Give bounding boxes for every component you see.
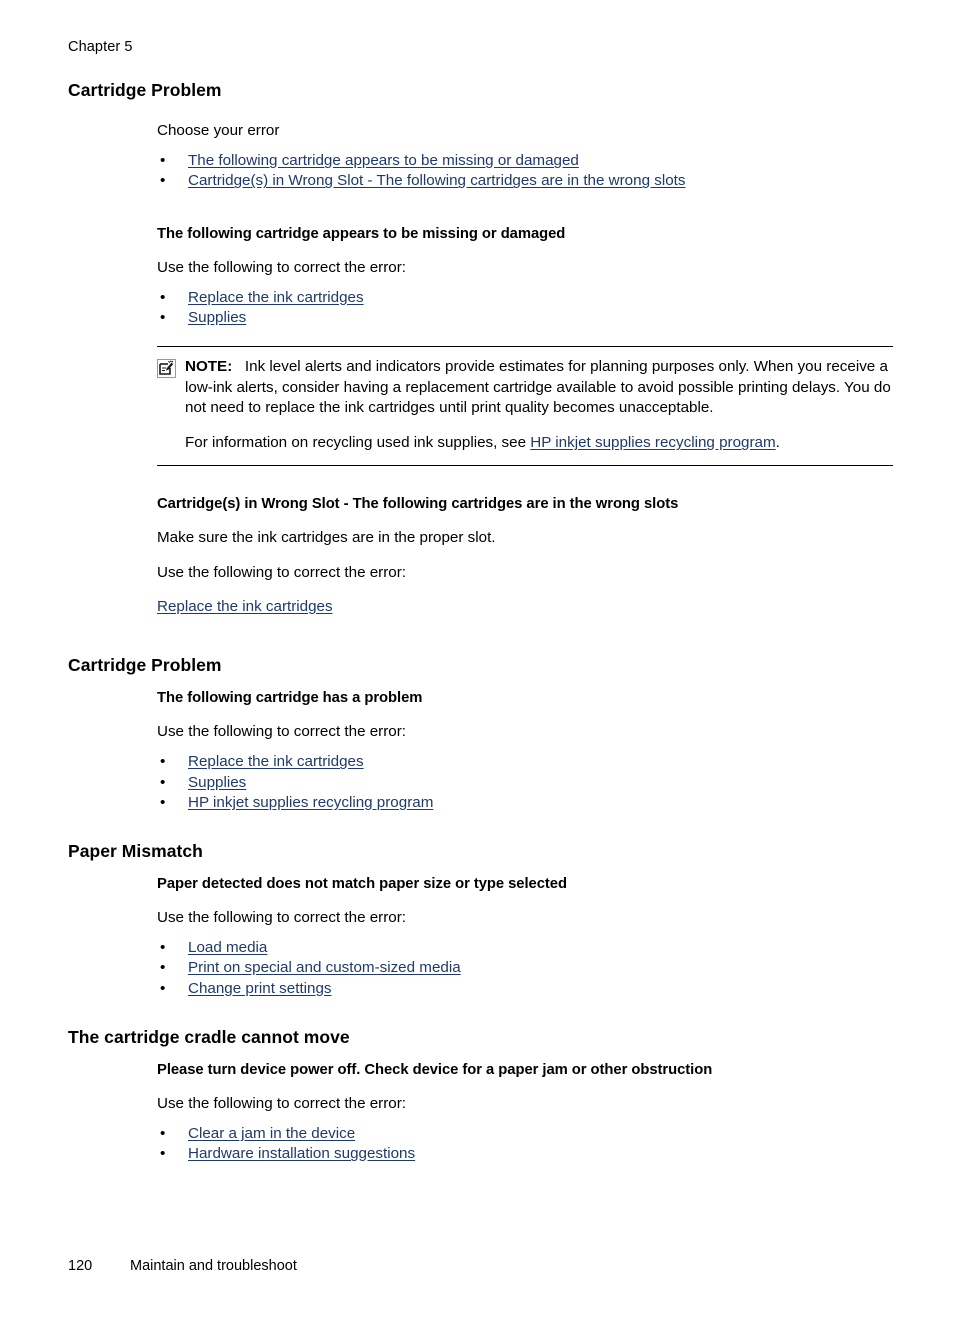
subheading-paper-detected: Paper detected does not match paper size… bbox=[157, 875, 567, 892]
list-item: • HP inkjet supplies recycling program bbox=[157, 793, 954, 813]
note-label: NOTE: bbox=[185, 358, 233, 376]
bullet-icon: • bbox=[160, 1145, 166, 1163]
link-supplies[interactable]: Supplies bbox=[188, 309, 246, 326]
instruction-text-paper-mismatch: Use the following to correct the error: bbox=[157, 908, 407, 926]
section-title-cartridge-problem-1: Cartridge Problem bbox=[68, 80, 222, 100]
standalone-link-paragraph: Replace the ink cartridges bbox=[157, 597, 954, 617]
list-item: • Load media bbox=[157, 938, 954, 958]
section-title-cartridge-problem-2: Cartridge Problem bbox=[68, 655, 222, 676]
page-content: Cartridge Problem Choose your error • Th… bbox=[0, 80, 954, 1165]
footer-section-name: Maintain and troubleshoot bbox=[130, 1258, 297, 1274]
link-clear-a-jam[interactable]: Clear a jam in the device bbox=[188, 1125, 355, 1142]
subheading-turn-device-power-off: Please turn device power off. Check devi… bbox=[157, 1061, 713, 1078]
note-pencil-icon bbox=[157, 359, 176, 379]
choose-your-error-text: Choose your error bbox=[157, 122, 280, 139]
note-recycling-prefix: For information on recycling used ink su… bbox=[185, 434, 531, 452]
note-text: NOTE: Ink level alerts and indicators pr… bbox=[185, 357, 893, 418]
bullet-icon: • bbox=[160, 152, 166, 170]
list-item: • Replace the ink cartridges bbox=[157, 288, 954, 308]
list-item: • The following cartridge appears to be … bbox=[157, 151, 954, 171]
bullet-icon: • bbox=[160, 793, 166, 811]
link-wrong-slot[interactable]: Cartridge(s) in Wrong Slot - The followi… bbox=[188, 172, 685, 189]
page-footer: 120 Maintain and troubleshoot bbox=[68, 1258, 297, 1274]
subheading-missing-or-damaged: The following cartridge appears to be mi… bbox=[157, 225, 566, 242]
subheading-cartridge-has-problem: The following cartridge has a problem bbox=[157, 690, 423, 707]
instruction-text-b: Use the following to correct the error: bbox=[157, 563, 407, 581]
list-item: • Hardware installation suggestions bbox=[157, 1144, 954, 1164]
list-item: • Clear a jam in the device bbox=[157, 1124, 954, 1144]
link-replace-ink-cartridges[interactable]: Replace the ink cartridges bbox=[188, 289, 364, 306]
running-head-chapter: Chapter 5 bbox=[68, 39, 133, 55]
list-item: • Supplies bbox=[157, 773, 954, 793]
note-row: NOTE: Ink level alerts and indicators pr… bbox=[157, 357, 893, 418]
bullet-icon: • bbox=[160, 753, 166, 771]
bullet-icon: • bbox=[160, 979, 166, 997]
subheading-wrong-slot: Cartridge(s) in Wrong Slot - The followi… bbox=[157, 496, 679, 513]
note-body: Ink level alerts and indicators provide … bbox=[185, 358, 891, 416]
bullet-icon: • bbox=[160, 1125, 166, 1143]
instruction-text-cartridge-2: Use the following to correct the error: bbox=[157, 723, 407, 741]
list-item: • Supplies bbox=[157, 308, 954, 328]
bullet-icon: • bbox=[160, 959, 166, 977]
link-change-print-settings[interactable]: Change print settings bbox=[188, 980, 332, 997]
note-box: NOTE: Ink level alerts and indicators pr… bbox=[157, 346, 893, 467]
note-recycling-paragraph: For information on recycling used ink su… bbox=[185, 433, 893, 453]
bullet-icon: • bbox=[160, 288, 166, 306]
list-item: • Print on special and custom-sized medi… bbox=[157, 958, 954, 978]
link-load-media[interactable]: Load media bbox=[188, 939, 267, 956]
bullet-icon: • bbox=[160, 309, 166, 327]
list-item: • Cartridge(s) in Wrong Slot - The follo… bbox=[157, 171, 954, 191]
instruction-text-cradle: Use the following to correct the error: bbox=[157, 1094, 407, 1112]
document-page: Chapter 5 Cartridge Problem Choose your … bbox=[0, 0, 954, 1321]
wrong-slot-paragraph: Make sure the ink cartridges are in the … bbox=[157, 529, 496, 547]
instruction-text-a: Use the following to correct the error: bbox=[157, 258, 407, 276]
bullet-icon: • bbox=[160, 172, 166, 190]
correct-error-list-cradle: • Clear a jam in the device • Hardware i… bbox=[0, 1124, 954, 1164]
correct-error-list-paper-mismatch: • Load media • Print on special and cust… bbox=[0, 938, 954, 999]
choose-error-list: • The following cartridge appears to be … bbox=[0, 151, 954, 191]
link-hp-inkjet-supplies-recycling-program[interactable]: HP inkjet supplies recycling program bbox=[530, 434, 775, 451]
section-title-cartridge-cradle: The cartridge cradle cannot move bbox=[68, 1026, 350, 1047]
link-replace-ink-cartridges[interactable]: Replace the ink cartridges bbox=[188, 753, 364, 770]
correct-error-list-a: • Replace the ink cartridges • Supplies bbox=[0, 288, 954, 328]
footer-page-number: 120 bbox=[68, 1258, 93, 1274]
link-missing-or-damaged[interactable]: The following cartridge appears to be mi… bbox=[188, 152, 579, 169]
link-replace-ink-cartridges[interactable]: Replace the ink cartridges bbox=[157, 598, 333, 615]
link-print-on-special-media[interactable]: Print on special and custom-sized media bbox=[188, 959, 461, 976]
bullet-icon: • bbox=[160, 773, 166, 791]
list-item: • Replace the ink cartridges bbox=[157, 752, 954, 772]
section-title-paper-mismatch: Paper Mismatch bbox=[68, 840, 203, 861]
bullet-icon: • bbox=[160, 939, 166, 957]
link-hp-inkjet-supplies-recycling-program[interactable]: HP inkjet supplies recycling program bbox=[188, 794, 433, 811]
link-supplies[interactable]: Supplies bbox=[188, 774, 246, 791]
note-recycling-suffix: . bbox=[775, 434, 780, 452]
correct-error-list-cartridge-2: • Replace the ink cartridges • Supplies … bbox=[0, 752, 954, 813]
list-item: • Change print settings bbox=[157, 979, 954, 999]
link-hardware-installation-suggestions[interactable]: Hardware installation suggestions bbox=[188, 1145, 415, 1162]
